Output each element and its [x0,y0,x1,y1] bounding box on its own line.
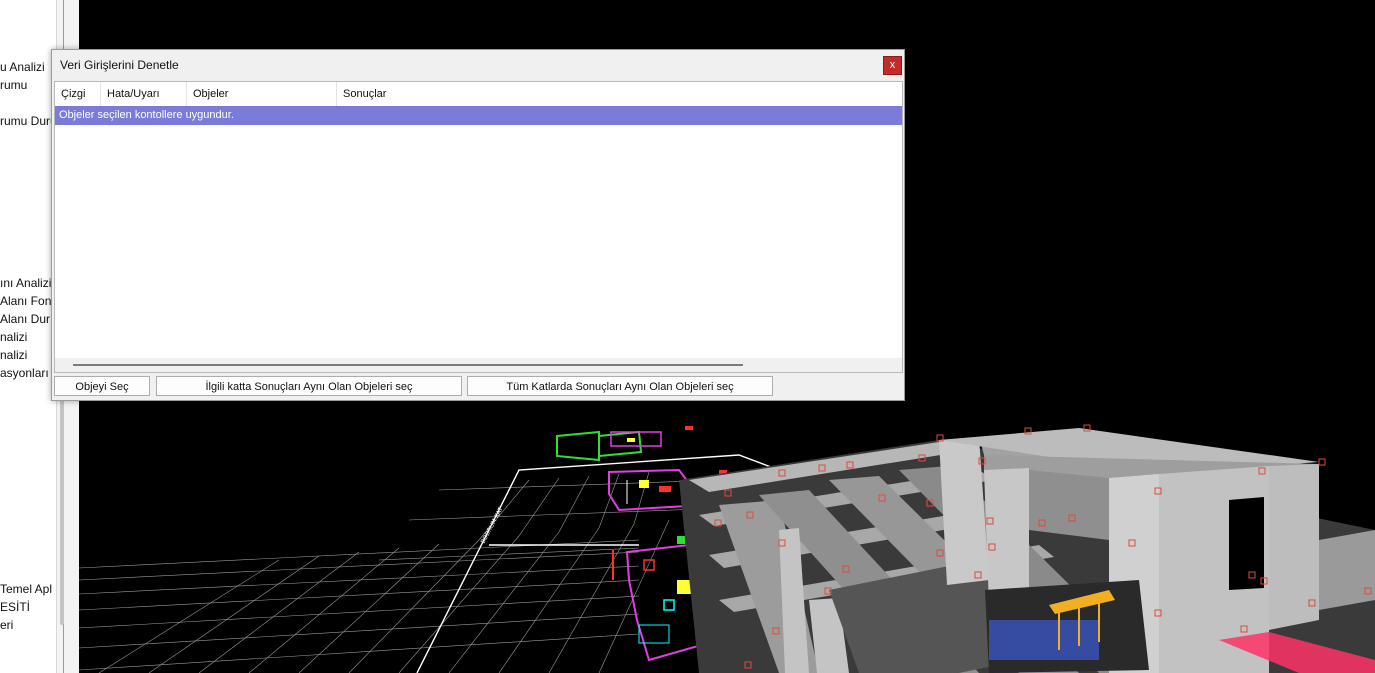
select-object-button[interactable]: Objeyi Seç [54,376,150,396]
select-same-floor-button[interactable]: İlgili katta Sonuçları Aynı Olan Objeler… [156,376,462,396]
tree-item[interactable]: nalizi [0,330,27,344]
tree-item[interactable]: asyonları [0,366,49,380]
tree-item[interactable]: Temel Apl [0,582,52,596]
tree-item[interactable]: ını Analizi [0,276,51,290]
results-list[interactable]: Çizgi Hata/Uyarı Objeler Sonuçlar Objele… [54,81,903,373]
data-check-dialog: Veri Girişlerini Denetle x Çizgi Hata/Uy… [51,49,905,401]
building-structure [679,428,1375,673]
column-header-objects[interactable]: Objeler [187,82,337,106]
horizontal-scrollbar[interactable] [55,358,902,372]
tree-item[interactable]: u Analizi [0,60,45,74]
tree-item[interactable]: eri [0,618,13,632]
column-header-results[interactable]: Sonuçlar [337,82,902,106]
list-item[interactable]: Objeler seçilen kontollere uygundur. [55,106,902,125]
column-header-error[interactable]: Hata/Uyarı [101,82,187,106]
select-all-floors-button[interactable]: Tüm Katlarda Sonuçları Aynı Olan Objeler… [467,376,773,396]
structure-tree-panel: u Analizi rumu rumu Duru ını Analizi Ala… [0,0,56,673]
tree-item[interactable]: rumu Duru [0,114,56,128]
tree-item[interactable]: Alanı Fon [0,294,51,308]
floor-plan-top [556,426,693,462]
tree-item[interactable]: nalizi [0,348,27,362]
scrollbar-thumb[interactable] [73,364,743,366]
close-button[interactable]: x [883,56,902,75]
tree-item[interactable]: rumu [0,78,27,92]
list-header: Çizgi Hata/Uyarı Objeler Sonuçlar [55,82,902,107]
dialog-title: Veri Girişlerini Denetle [60,58,179,72]
tree-item[interactable]: ESİTİ [0,600,30,614]
tree-item[interactable]: Alanı Dur [0,312,50,326]
floor-label: BODRUM KAT [480,506,505,545]
scrollbar-thumb[interactable] [60,380,64,625]
column-header-line[interactable]: Çizgi [55,82,101,106]
